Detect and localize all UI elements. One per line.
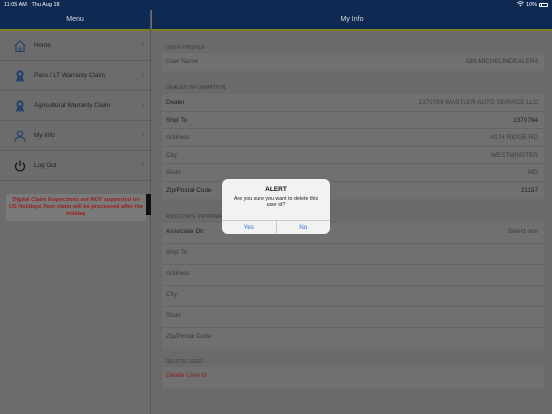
status-bar: 11:05 AM Thu Aug 18 10% [0,0,552,10]
main-panel: My Info USER PROFILE User Name OM-MICHEL… [152,10,552,414]
chevron-right-icon: › [141,100,144,109]
sidebar-item-agricultural-warranty-claim[interactable]: Agricultural Warranty Claim › [0,91,150,121]
address-row: Address 4174 RIDGE RD [162,129,544,147]
field-label: Ship To [166,249,188,256]
chevron-right-icon: › [141,130,144,139]
field-label: City [166,151,178,159]
field-label: User Name [166,58,199,65]
field-value: MD [528,169,538,176]
wifi-icon [516,1,525,9]
warranty-ribbon-icon [13,99,27,113]
notice-scroll-indicator [146,194,151,215]
ship-to-row: Ship To 1370784 [162,112,544,129]
status-time: 11:05 AM Thu Aug 18 [4,2,60,8]
chevron-right-icon: › [141,70,144,79]
section-title-dealer-information: DEALER INFORMATION [166,85,226,91]
field-label: Address [166,270,190,277]
sidebar-item-home[interactable]: Home › [0,31,150,61]
associate-dlr-row[interactable]: Associate Dlr Select one [162,223,544,244]
field-label: State [166,312,181,319]
delete-user-group: Delete User Id [162,367,544,388]
alert-message: Are you sure you want to delete this use… [233,196,319,209]
battery-icon [539,2,548,7]
field-value: OM-MICHELINDEALER4 [465,58,538,65]
alert-title: ALERT [265,186,287,193]
field-label: Ship To [166,116,188,124]
zip-row: Zip/Postal Code 21157 [162,182,544,200]
user-icon [13,129,27,143]
associate-state-row: State [162,307,544,328]
alert-dialog: ALERT Are you sure you want to delete th… [222,179,330,234]
field-label: Address [166,134,190,141]
sidebar-item-label: My Info [34,132,55,139]
delete-user-label: Delete User Id [166,372,207,379]
field-value: 1370784 [513,116,538,124]
field-label: City [166,291,178,298]
alert-yes-button[interactable]: Yes [222,221,276,234]
field-value: 4174 RIDGE RD [490,134,538,141]
sidebar-item-my-info[interactable]: My Info › [0,121,150,151]
chevron-right-icon: › [141,40,144,49]
warranty-ribbon-icon [13,69,27,83]
sidebar-item-label: Pass / LT Warranty Claim [34,72,105,79]
section-title-user-profile: USER PROFILE [166,45,206,51]
associate-dealer-select[interactable]: Select one [508,228,538,235]
section-title-delete-user: DELETE USER [166,359,203,365]
page-title: My Info [152,10,552,31]
sidebar-menu: Home › Pass / LT Warranty Claim › Agricu… [0,31,150,181]
field-value: 21157 [520,186,538,194]
field-label: Zip/Postal Code [166,186,212,194]
field-label: Associate Dlr [166,228,204,235]
field-label: Dealer [166,99,185,106]
associate-information-group: Associate Dlr Select one Ship To Address… [162,223,544,349]
field-label: Zip/Postal Code [166,333,212,340]
sidebar-item-label: Home [34,42,51,49]
sidebar-item-pass-lt-warranty-claim[interactable]: Pass / LT Warranty Claim › [0,61,150,91]
sidebar-item-label: Agricultural Warranty Claim [34,102,111,109]
alert-buttons: Yes No [222,220,330,234]
field-value: WESTMINSTER [490,151,538,159]
sidebar-item-log-out[interactable]: Log Out › [0,151,150,181]
sidebar: Menu Home › Pass / LT Warranty Claim › A… [0,10,151,414]
battery-status: 10% [526,2,548,8]
associate-address-row: Address [162,265,544,286]
delete-user-button[interactable]: Delete User Id [162,367,544,388]
associate-ship-to-row: Ship To [162,244,544,265]
status-date: Thu Aug 18 [31,2,60,8]
section-title-associate-information: ASSOCIATE INFORMAT [166,214,225,220]
user-profile-group: User Name OM-MICHELINDEALER4 [162,53,544,71]
power-icon [13,159,27,173]
state-row: State MD [162,164,544,182]
associate-zip-row: Zip/Postal Code [162,328,544,349]
dealer-row: Dealer 1370784 WASTLER AUTO SERVICE LLC [162,94,544,112]
sidebar-item-label: Log Out [34,162,57,169]
dealer-information-group: Dealer 1370784 WASTLER AUTO SERVICE LLC S… [162,94,544,199]
field-value: 1370784 WASTLER AUTO SERVICE LLC [418,99,538,106]
chevron-right-icon: › [141,160,144,169]
associate-city-row: City [162,286,544,307]
field-label: State [166,169,181,176]
alert-no-button[interactable]: No [275,221,331,234]
user-name-row: User Name OM-MICHELINDEALER4 [162,53,544,71]
city-row: City WESTMINSTER [162,147,544,164]
holiday-notice: Digital Claim Inspections are NOT suppor… [6,194,146,221]
home-icon [13,39,27,53]
sidebar-title: Menu [0,10,150,31]
